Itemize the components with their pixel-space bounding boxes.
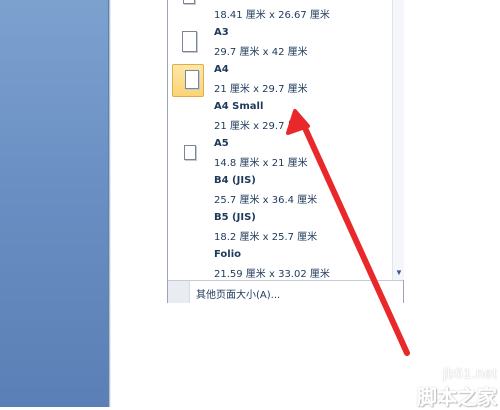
- more-page-sizes-label: 其他页面大小(A)...: [196, 290, 281, 301]
- paper-size-dimensions: 18.41 厘米 x 26.67 厘米: [214, 10, 330, 21]
- paper-size-list: 18.41 厘米 x 26.67 厘米 A3 29.7 厘米 x 42 厘米 A4 21…: [168, 0, 392, 280]
- paper-size-item[interactable]: 18.41 厘米 x 26.67 厘米: [168, 0, 392, 25]
- panel-divider: [108, 0, 111, 407]
- page-size-dropdown: 18.41 厘米 x 26.67 厘米 A3 29.7 厘米 x 42 厘米 A4 21…: [167, 0, 404, 303]
- page-icon: [184, 145, 196, 160]
- paper-size-dimensions: 14.8 厘米 x 21 厘米: [214, 158, 308, 169]
- paper-size-item[interactable]: B4 (JIS) 25.7 厘米 x 36.4 厘米: [168, 173, 392, 210]
- paper-size-item[interactable]: A3 29.7 厘米 x 42 厘米: [168, 25, 392, 62]
- paper-size-dimensions: 25.7 厘米 x 36.4 厘米: [214, 195, 318, 206]
- paper-size-item[interactable]: A4 Small 21 厘米 x 29.7 厘米: [168, 99, 392, 136]
- paper-size-name: A5: [214, 138, 229, 149]
- scroll-down-icon[interactable]: ▼: [393, 269, 405, 277]
- paper-size-name: B5 (JIS): [214, 212, 256, 223]
- paper-size-name: Folio: [214, 249, 242, 260]
- watermark-url: jb51.net: [443, 365, 497, 381]
- paper-icon-cell: [172, 249, 204, 280]
- page-icon: [185, 70, 199, 89]
- paper-size-item[interactable]: A4 21 厘米 x 29.7 厘米: [168, 62, 392, 99]
- paper-size-dimensions: 21 厘米 x 29.7 厘米: [214, 84, 308, 95]
- left-panel: [0, 0, 108, 407]
- paper-icon-cell: [172, 138, 204, 171]
- paper-size-name: A3: [214, 27, 229, 38]
- paper-icon-cell: [172, 175, 204, 208]
- watermark-site-name: 脚本之家: [417, 385, 497, 409]
- page-icon: [182, 31, 197, 52]
- paper-size-name: A4: [214, 64, 229, 75]
- paper-size-item[interactable]: A5 14.8 厘米 x 21 厘米: [168, 136, 392, 173]
- list-scrollbar[interactable]: ▼: [392, 0, 404, 280]
- paper-icon-cell: [172, 101, 204, 134]
- paper-size-dimensions: 29.7 厘米 x 42 厘米: [214, 47, 308, 58]
- paper-size-name: B4 (JIS): [214, 175, 256, 186]
- paper-size-name: A4 Small: [214, 101, 264, 112]
- paper-icon-cell: [172, 212, 204, 245]
- paper-icon-cell: [172, 27, 204, 60]
- paper-size-dimensions: 21.59 厘米 x 33.02 厘米: [214, 269, 330, 280]
- paper-icon-cell: [172, 0, 204, 23]
- paper-size-dimensions: 18.2 厘米 x 25.7 厘米: [214, 232, 318, 243]
- more-page-sizes-item[interactable]: 其他页面大小(A)...: [168, 280, 403, 303]
- paper-icon-cell: [172, 64, 204, 97]
- paper-size-dimensions: 21 厘米 x 29.7 厘米: [214, 121, 308, 132]
- paper-size-item[interactable]: B5 (JIS) 18.2 厘米 x 25.7 厘米: [168, 210, 392, 247]
- menu-gutter: [168, 281, 190, 303]
- page-icon: [183, 0, 195, 4]
- paper-size-item[interactable]: Folio 21.59 厘米 x 33.02 厘米: [168, 247, 392, 280]
